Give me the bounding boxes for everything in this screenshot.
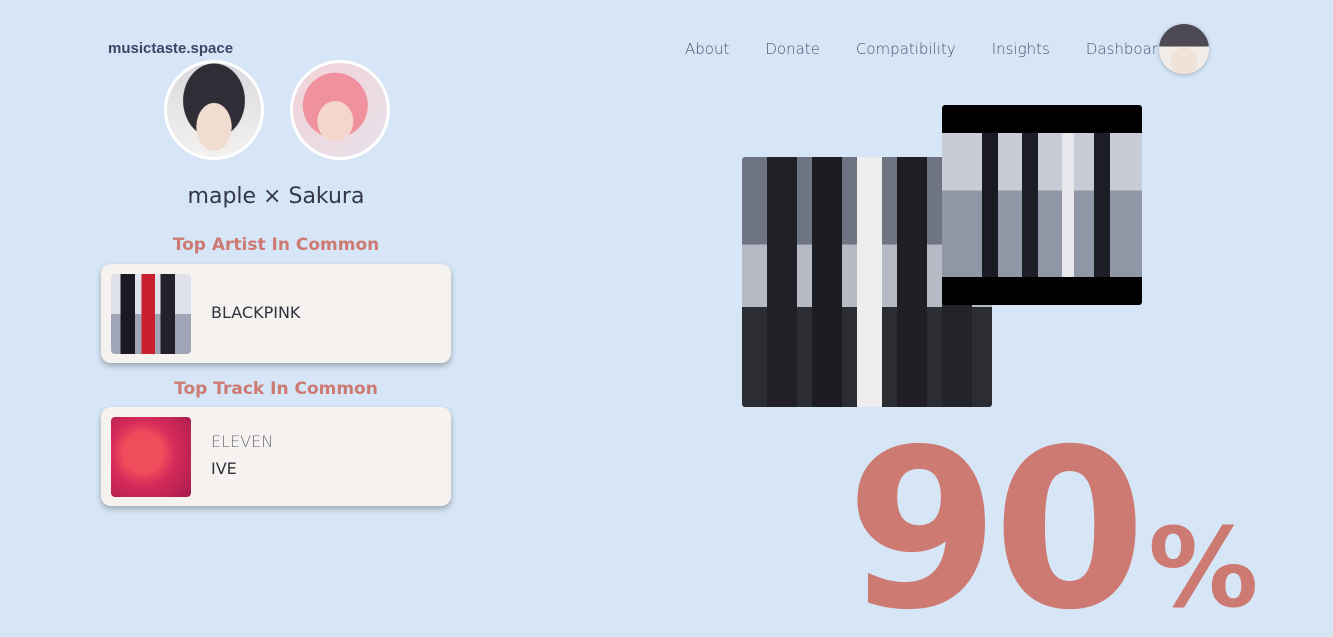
brand-link[interactable]: musictaste.space <box>108 40 233 57</box>
album-cover <box>111 417 191 497</box>
artist-name: BLACKPINK <box>211 303 301 322</box>
track-title: ELEVEN <box>211 432 274 451</box>
compatibility-score: 90% <box>846 420 1258 637</box>
top-artist-heading: Top Artist In Common <box>172 235 380 255</box>
score-value: 90 <box>846 402 1146 637</box>
top-nav: About Donate Compatibility Insights Dash… <box>685 40 1167 58</box>
track-artist: IVE <box>211 459 237 478</box>
artist-photo-front <box>942 105 1142 305</box>
nav-about[interactable]: About <box>685 40 729 58</box>
artist-image <box>111 274 191 354</box>
user-a-avatar <box>164 60 264 160</box>
nav-donate[interactable]: Donate <box>765 40 820 58</box>
score-unit: % <box>1148 504 1259 632</box>
top-track-heading: Top Track In Common <box>174 379 378 399</box>
user-avatar[interactable] <box>1159 24 1209 74</box>
nav-compatibility[interactable]: Compatibility <box>856 40 956 58</box>
compatibility-page: musictaste.space About Donate Compatibil… <box>0 0 1333 637</box>
pair-title: maple × Sakura <box>187 184 365 209</box>
nav-dashboard[interactable]: Dashboard <box>1086 40 1167 58</box>
user-b-avatar <box>290 60 390 160</box>
top-track-card[interactable]: ELEVEN IVE <box>101 407 451 506</box>
artist-photo-front-image <box>942 133 1142 277</box>
nav-insights[interactable]: Insights <box>992 40 1050 58</box>
top-artist-card[interactable]: BLACKPINK <box>101 264 451 363</box>
